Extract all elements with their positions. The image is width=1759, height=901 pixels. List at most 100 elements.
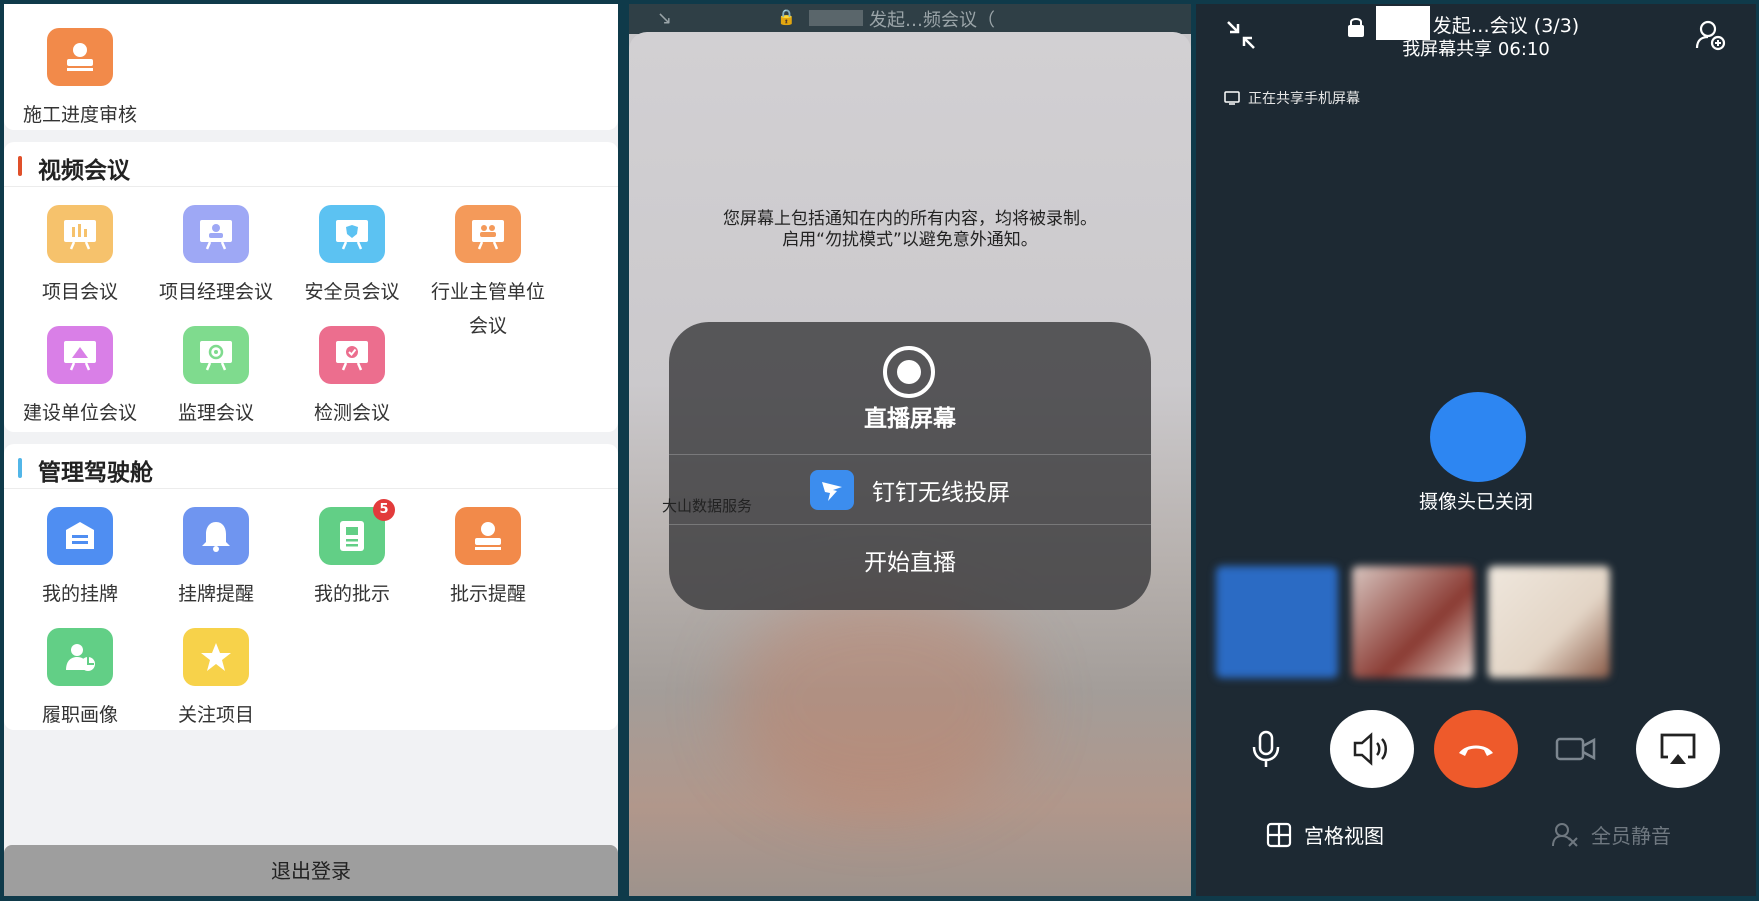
broadcast-dialog: 直播屏幕 钉钉无线投屏 开始直播 — [669, 322, 1151, 610]
presenter-icon — [183, 205, 249, 263]
start-broadcast-button[interactable]: 开始直播 — [669, 524, 1151, 594]
app-label: 行业主管单位 会议 — [430, 281, 545, 337]
hang-up-button[interactable] — [1434, 710, 1518, 788]
check-board-icon — [319, 326, 385, 384]
app-instruction-reminder[interactable]: 批示提醒 — [412, 507, 564, 611]
background-blur — [729, 592, 1029, 812]
camera-icon — [1555, 737, 1596, 761]
app-inspection-meeting[interactable]: 检测会议 — [276, 326, 428, 430]
airplay-icon — [1660, 733, 1696, 764]
sharing-indicator: 正在共享手机屏幕 — [1224, 88, 1360, 108]
app-industry-authority-meeting[interactable]: 行业主管单位 会议 — [412, 205, 564, 343]
app-label: 项目会议 — [41, 281, 118, 303]
chart-board-icon — [47, 205, 113, 263]
sharing-label: 正在共享手机屏幕 — [1248, 91, 1360, 107]
camera-off-label: 摄像头已关闭 — [1418, 491, 1533, 513]
call-title: 发起…会议 (3/3) — [1432, 15, 1580, 37]
grid-view-button[interactable]: 宫格视图 — [1266, 820, 1384, 849]
call-header-behind: ↘ 🔒 发起…频会议（ — [629, 4, 1191, 34]
option-label: 钉钉无线投屏 — [872, 479, 1010, 506]
microphone-icon — [1252, 730, 1280, 767]
app-my-plaque[interactable]: 我的挂牌 — [4, 507, 156, 611]
mute-all-icon — [1552, 822, 1578, 847]
divider — [4, 186, 618, 187]
call-title-behind: 发起…频会议（ — [869, 10, 995, 31]
app-my-instructions[interactable]: 5 我的批示 — [276, 499, 428, 611]
share-timer: 我屏幕共享 06:10 — [1402, 39, 1550, 60]
app-label: 建设单位会议 — [22, 402, 137, 424]
app-label: 履职画像 — [41, 704, 118, 726]
profile-icon — [47, 628, 113, 686]
hang-up-icon — [1459, 745, 1493, 756]
screenshot-collage: 施工进度审核 视频会议 项目会议 项目经理会议 安全员会议 行业主管单位 会议 … — [0, 0, 1759, 901]
eye-board-icon — [183, 326, 249, 384]
app-label: 项目经理会议 — [158, 281, 273, 303]
logout-button[interactable]: 退出登录 — [4, 845, 618, 896]
app-label: 施工进度审核 — [22, 104, 137, 126]
app-menu-panel: 施工进度审核 视频会议 项目会议 项目经理会议 安全员会议 行业主管单位 会议 … — [4, 4, 618, 896]
mute-all-button[interactable]: 全员静音 — [1551, 820, 1671, 849]
add-member-icon[interactable] — [1694, 18, 1728, 56]
management-cockpit-card: 管理驾驶舱 我的挂牌 挂牌提醒 5 我的批示 批示提醒 履职画像 关注项目 — [4, 444, 618, 730]
participant-thumbnail[interactable] — [1488, 566, 1610, 678]
avatar — [1430, 392, 1526, 482]
app-label: 监理会议 — [177, 402, 254, 424]
building-board-icon — [47, 326, 113, 384]
app-label: 关注项目 — [177, 704, 254, 726]
lock-icon: 🔒 — [777, 8, 796, 26]
notice-line-1: 您屏幕上包括通知在内的所有内容，均将被录制。 — [723, 209, 1097, 229]
app-project-meeting[interactable]: 项目会议 — [4, 205, 156, 309]
record-icon — [883, 346, 935, 398]
screen-share-icon — [1224, 91, 1240, 105]
participant-thumbnail[interactable] — [1216, 566, 1338, 678]
notice-line-2: 启用“勿扰模式”以避免意外通知。 — [782, 230, 1038, 250]
divider — [4, 488, 618, 489]
dialog-title: 直播屏幕 — [864, 406, 956, 432]
mute-all-label: 全员静音 — [1591, 824, 1671, 848]
microphone-button[interactable] — [1224, 710, 1308, 788]
shield-board-icon — [319, 205, 385, 263]
video-meeting-card: 视频会议 项目会议 项目经理会议 安全员会议 行业主管单位 会议 建设单位会议 … — [4, 142, 618, 432]
speaker-icon — [1353, 732, 1387, 766]
app-safety-officer-meeting[interactable]: 安全员会议 — [276, 205, 428, 309]
speaker-button[interactable] — [1330, 710, 1414, 788]
grid-view-label: 宫格视图 — [1304, 824, 1384, 848]
redacted-block — [809, 10, 863, 26]
camera-button[interactable] — [1534, 710, 1618, 788]
option-label: 开始直播 — [864, 549, 956, 576]
notification-badge: 5 — [373, 499, 395, 521]
section-title-video-meeting: 视频会议 — [38, 158, 130, 184]
app-label: 安全员会议 — [304, 281, 400, 303]
app-construction-progress-review[interactable]: 施工进度审核 — [4, 28, 156, 132]
app-label: 我的挂牌 — [41, 583, 118, 605]
app-label: 批示提醒 — [449, 583, 526, 605]
minimize-icon: ↘ — [657, 8, 673, 29]
top-card: 施工进度审核 — [4, 4, 618, 130]
star-icon — [183, 628, 249, 686]
airplay-button[interactable] — [1636, 710, 1720, 788]
bell-icon — [183, 507, 249, 565]
app-supervision-meeting[interactable]: 监理会议 — [140, 326, 292, 430]
dingtalk-icon — [810, 469, 854, 510]
app-label: 挂牌提醒 — [177, 583, 254, 605]
participant-thumbnail[interactable] — [1352, 566, 1474, 678]
screen-broadcast-panel: ↘ 🔒 发起…频会议（ 您屏幕上包括通知在内的所有内容，均将被录制。 启用“勿扰… — [629, 4, 1191, 896]
app-construction-unit-meeting[interactable]: 建设单位会议 — [4, 326, 156, 430]
app-performance-profile[interactable]: 履职画像 — [4, 628, 156, 732]
plaque-icon — [47, 507, 113, 565]
grid-icon — [1266, 822, 1292, 847]
stamp-icon — [455, 507, 521, 565]
watermark-text: 大山数据服务 — [662, 497, 753, 515]
document-icon: 5 — [319, 499, 395, 565]
section-bar — [18, 156, 22, 176]
app-label: 检测会议 — [313, 402, 390, 424]
app-project-manager-meeting[interactable]: 项目经理会议 — [140, 205, 292, 309]
section-bar — [18, 458, 22, 478]
stamp-icon — [47, 28, 113, 86]
video-call-panel: 发起…会议 (3/3) 我屏幕共享 06:10 正在共享手机屏幕 摄像头已关闭 — [1196, 4, 1756, 896]
app-followed-projects[interactable]: 关注项目 — [140, 628, 292, 732]
section-title-cockpit: 管理驾驶舱 — [38, 460, 153, 486]
people-board-icon — [455, 205, 521, 263]
recording-notice: 您屏幕上包括通知在内的所有内容，均将被录制。 启用“勿扰模式”以避免意外通知。 — [629, 209, 1191, 251]
app-plaque-reminder[interactable]: 挂牌提醒 — [140, 507, 292, 611]
